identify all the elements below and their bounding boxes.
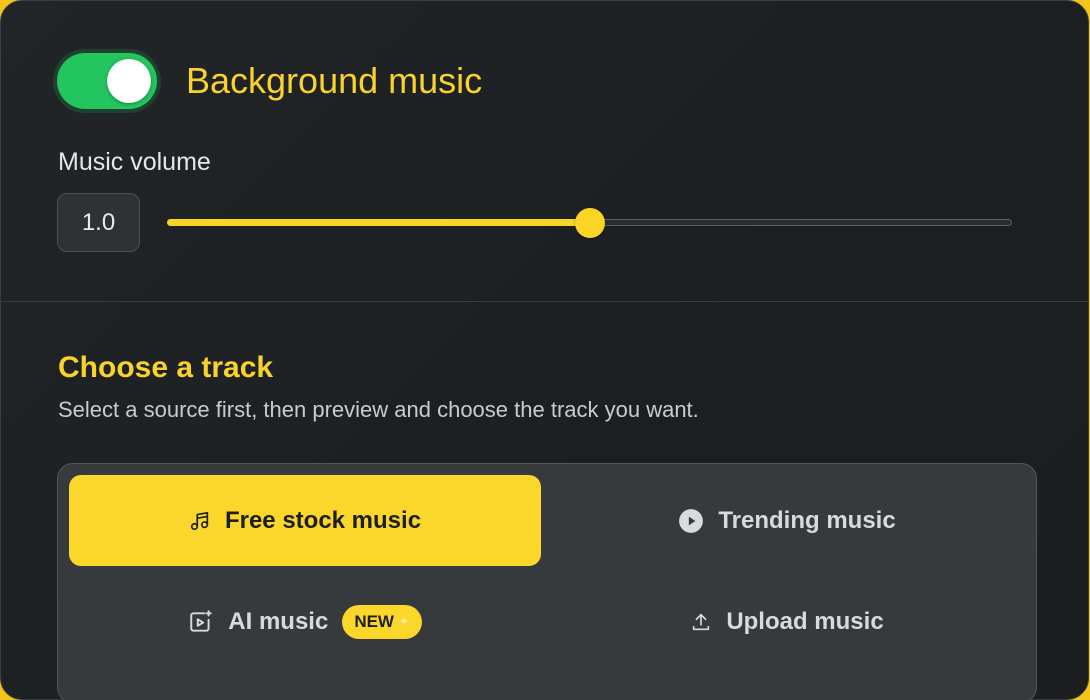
source-ai-music-button[interactable]: AI music NEW ✦: [69, 576, 541, 667]
slider-thumb[interactable]: [575, 208, 605, 238]
source-trending-music-button[interactable]: Trending music: [551, 475, 1023, 566]
choose-track-title: Choose a track: [58, 351, 274, 384]
background-music-toggle[interactable]: [57, 53, 157, 109]
source-label: Upload music: [726, 607, 884, 635]
source-label: AI music: [228, 607, 329, 635]
music-volume-label: Music volume: [58, 148, 211, 176]
source-free-stock-music-button[interactable]: Free stock music: [69, 475, 541, 566]
source-label: Free stock music: [224, 506, 422, 534]
choose-track-subtitle: Select a source first, then preview and …: [58, 397, 699, 422]
music-volume-value-field[interactable]: 1.0: [57, 193, 140, 252]
new-badge: NEW ✦: [342, 604, 422, 639]
ai-video-icon: [188, 609, 214, 635]
sparkle-icon: ✦: [397, 613, 410, 629]
source-upload-music-button[interactable]: Upload music: [551, 576, 1023, 667]
section-divider: [1, 301, 1088, 302]
track-source-selector: Free stock music Trending music AI music: [57, 463, 1037, 699]
play-circle-icon: [678, 508, 704, 534]
background-music-title: Background music: [186, 60, 483, 101]
background-music-panel: Background music Music volume 1.0 Choose…: [0, 0, 1089, 700]
upload-icon: [690, 611, 712, 633]
slider-fill: [167, 219, 590, 226]
music-volume-slider[interactable]: [167, 205, 1012, 241]
toggle-knob: [107, 59, 151, 103]
music-note-icon: [189, 510, 211, 532]
source-label: Trending music: [718, 506, 896, 534]
